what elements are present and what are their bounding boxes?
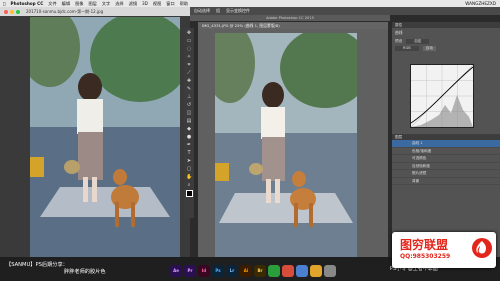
menubar-user[interactable]: WANGZHEZXD <box>465 1 496 6</box>
curves-graph[interactable] <box>410 64 474 128</box>
path-select-icon[interactable]: ➤ <box>186 158 192 164</box>
viewer-title: 201710-sanmu.bjdc.com-第一期-12.jpg <box>26 8 104 14</box>
dock-app-pr[interactable]: Pr <box>184 264 196 277</box>
marquee-tool-icon[interactable]: ▭ <box>186 38 192 44</box>
menu-item-layer[interactable]: 图层 <box>88 1 96 7</box>
brand-logo: 图穷联盟 QQ:985303259 <box>392 232 496 268</box>
preset-label: 预设 <box>395 39 403 43</box>
dock-app-icon[interactable] <box>268 264 280 277</box>
channel-select[interactable]: RGB <box>395 46 419 51</box>
layer-row[interactable]: 曲线 1 <box>392 140 500 148</box>
menu-item-select[interactable]: 选择 <box>115 1 123 7</box>
image-viewer-window: 201710-sanmu.bjdc.com-第一期-12.jpg <box>0 7 190 257</box>
menu-item-image[interactable]: 图像 <box>75 1 83 7</box>
menu-item-type[interactable]: 文字 <box>102 1 110 7</box>
photo-canvas[interactable] <box>215 33 357 257</box>
curves-label: 曲线 <box>395 30 403 35</box>
close-icon[interactable] <box>4 9 8 14</box>
eraser-tool-icon[interactable]: ◫ <box>186 110 192 116</box>
video-caption: 【SANMU】PS后期分享： 胖胖老师的胶片色 <box>6 262 136 276</box>
healing-brush-icon[interactable]: ✚ <box>186 78 192 84</box>
layer-row[interactable]: 自然饱和度 <box>392 163 500 170</box>
pen-tool-icon[interactable]: ✒ <box>186 142 192 148</box>
dock-app-br[interactable]: Br <box>254 264 266 277</box>
menu-item-view[interactable]: 视图 <box>153 1 161 7</box>
logo-qq: QQ:985303259 <box>400 253 451 260</box>
caption-line-1: 【SANMU】PS后期分享： <box>6 262 68 268</box>
crop-tool-icon[interactable]: ⌗ <box>186 62 192 68</box>
show-transform-controls[interactable]: 显示变换控件 <box>226 8 250 14</box>
dock-app-icon[interactable] <box>324 264 336 277</box>
layer-row[interactable]: 色相/饱和度 <box>392 148 500 155</box>
document-tab[interactable]: IMG_4331.JPG @ 25% (曲线 1, 图层蒙版/8) <box>198 22 388 29</box>
dock-app-icon[interactable] <box>282 264 294 277</box>
preset-select[interactable]: 自定 <box>406 39 430 44</box>
history-brush-icon[interactable]: ↺ <box>186 102 192 108</box>
group-dropdown[interactable]: 组 <box>216 8 220 14</box>
layers-panel: 图层 曲线 1 色相/饱和度 可选颜色 自然饱和度 照片滤镜 背景 <box>392 134 500 185</box>
menu-item-edit[interactable]: 编辑 <box>62 1 70 7</box>
magic-wand-icon[interactable]: ✧ <box>186 54 192 60</box>
dock-app-ai[interactable]: Ai <box>240 264 252 277</box>
blur-tool-icon[interactable]: ◆ <box>186 126 192 132</box>
dock-app-ae[interactable]: Ae <box>170 264 182 277</box>
menu-bar:  Photoshop CC 文件 编辑 图像 图层 文字 选择 滤镜 3D 视… <box>0 0 500 7</box>
eyedropper-icon[interactable]: ⟋ <box>186 70 192 76</box>
ps-window-title: Adobe Photoshop CC 2015 <box>190 15 390 21</box>
dodge-tool-icon[interactable]: ● <box>186 134 192 140</box>
menu-app-name[interactable]: Photoshop CC <box>11 1 44 6</box>
properties-panel: 属性 曲线 预设 自定 RGB 自动 图层 曲线 1 色相/饱和度 可选颜色 自… <box>392 22 500 257</box>
options-bar: 自动选择 组 显示变换控件 <box>190 7 500 15</box>
caption-line-2: 胖胖老师的胶片色 <box>64 269 106 275</box>
shape-tool-icon[interactable]: ▢ <box>186 166 192 172</box>
layer-row[interactable]: 照片滤镜 <box>392 170 500 178</box>
photo-preview-left <box>30 17 180 257</box>
viewer-title-bar: 201710-sanmu.bjdc.com-第一期-12.jpg <box>0 7 190 16</box>
zoom-tool-icon[interactable]: ⌕ <box>186 182 192 188</box>
minimize-icon[interactable] <box>10 9 14 14</box>
auto-select-checkbox[interactable]: 自动选择 <box>194 8 210 14</box>
dock-app-lr[interactable]: Lr <box>226 264 238 277</box>
color-swatches-icon[interactable] <box>185 190 193 197</box>
lasso-tool-icon[interactable]: ◌ <box>186 46 192 52</box>
brush-tool-icon[interactable]: ✎ <box>186 86 192 92</box>
menu-item-help[interactable]: 帮助 <box>180 1 188 7</box>
type-tool-icon[interactable]: T <box>186 150 192 156</box>
menu-item-filter[interactable]: 滤镜 <box>129 1 137 7</box>
tools-panel: ✥ ▭ ◌ ✧ ⌗ ⟋ ✚ ✎ ⊥ ↺ ◫ ▤ ◆ ● ✒ T ➤ ▢ ✋ ⌕ <box>184 28 194 218</box>
hand-tool-icon[interactable]: ✋ <box>186 174 192 180</box>
auto-button[interactable]: 自动 <box>422 46 436 51</box>
dock-app-icon[interactable] <box>310 264 322 277</box>
logo-title: 图穷联盟 <box>400 238 449 252</box>
gradient-tool-icon[interactable]: ▤ <box>186 118 192 124</box>
menu-item-file[interactable]: 文件 <box>48 1 56 7</box>
layer-row[interactable]: 背景 <box>392 178 500 185</box>
dock-app-icon[interactable] <box>296 264 308 277</box>
dock-app-id[interactable]: Id <box>198 264 210 277</box>
stamp-tool-icon[interactable]: ⊥ <box>186 94 192 100</box>
zoom-icon[interactable] <box>16 9 20 14</box>
flame-icon <box>472 238 492 258</box>
dock-app-ps[interactable]: Ps <box>212 264 224 277</box>
menu-item-window[interactable]: 窗口 <box>166 1 174 7</box>
move-tool-icon[interactable]: ✥ <box>186 30 192 36</box>
menu-item-3d[interactable]: 3D <box>142 1 148 6</box>
apple-icon[interactable]:  <box>3 1 6 6</box>
layer-row[interactable]: 可选颜色 <box>392 155 500 163</box>
dock: Ae Pr Id Ps Lr Ai Br <box>170 263 390 278</box>
